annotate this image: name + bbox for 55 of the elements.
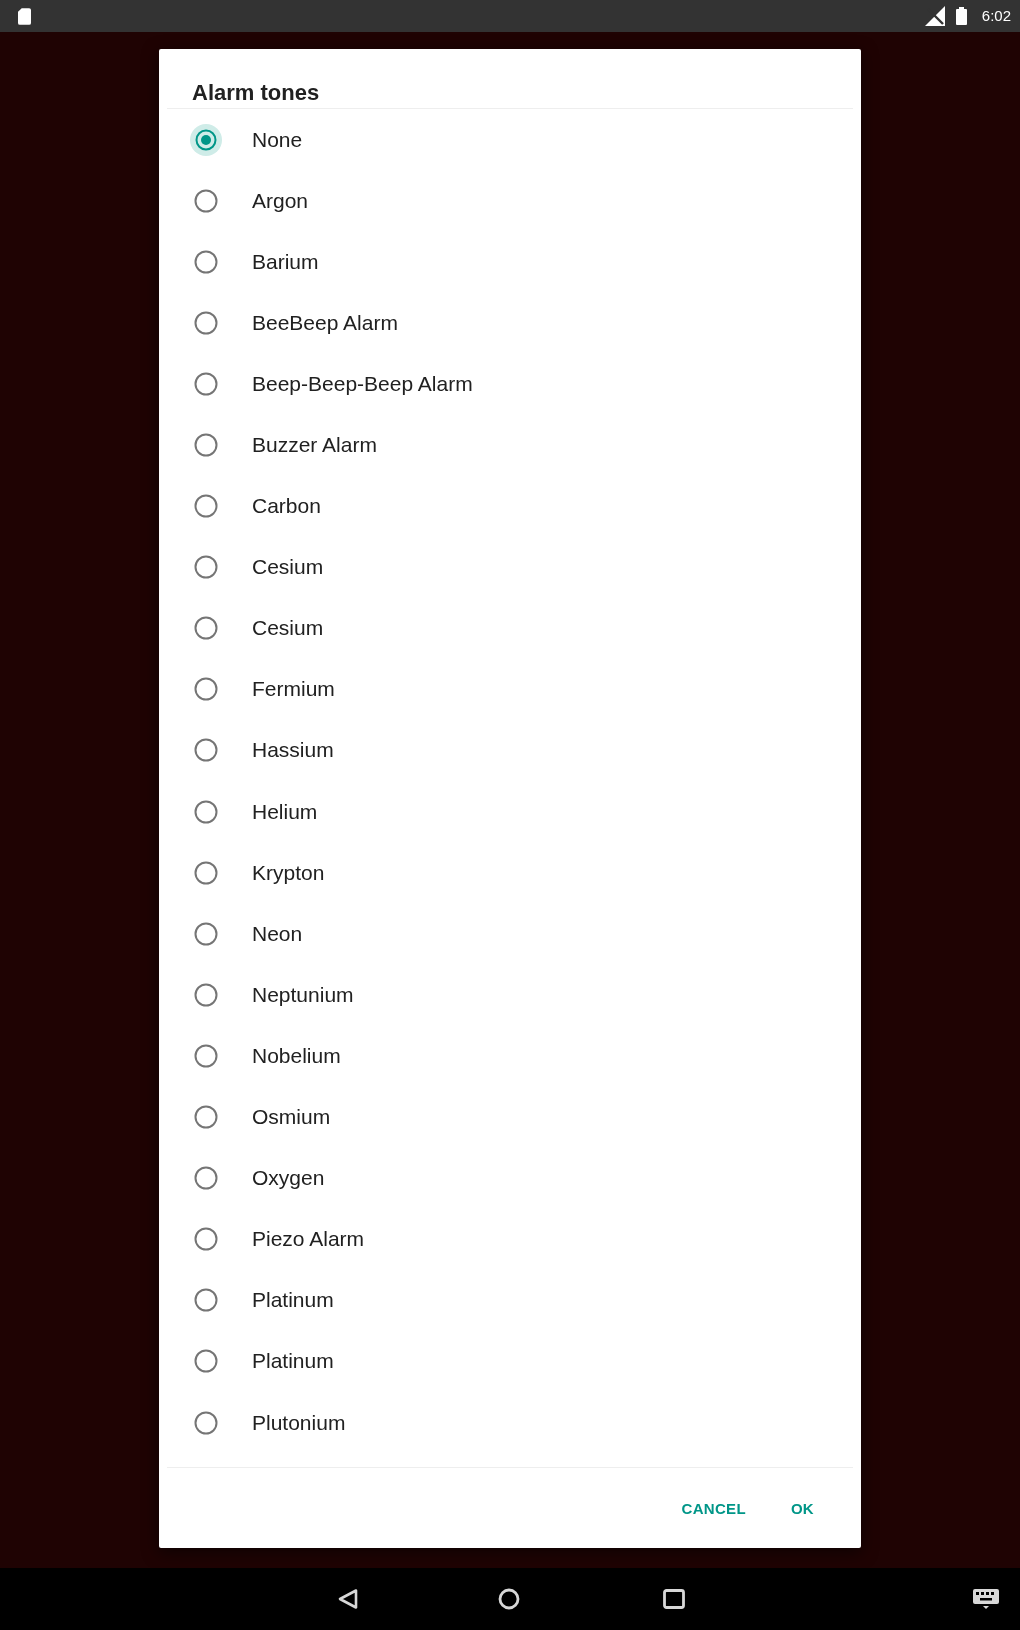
radio-button[interactable] bbox=[194, 1410, 218, 1435]
sd-card-icon bbox=[18, 7, 31, 25]
option-label[interactable]: Plutonium bbox=[252, 1410, 346, 1435]
radio-button[interactable] bbox=[194, 1227, 218, 1252]
radio-button[interactable] bbox=[194, 1288, 218, 1313]
radio-button[interactable] bbox=[194, 921, 218, 946]
option-label[interactable]: Krypton bbox=[252, 860, 325, 885]
option-label[interactable]: Barium bbox=[252, 249, 319, 274]
option-label[interactable]: None bbox=[252, 127, 303, 152]
radio-button[interactable] bbox=[194, 310, 218, 335]
no-signal-icon bbox=[924, 6, 945, 26]
radio-button[interactable] bbox=[194, 982, 218, 1007]
radio-button[interactable] bbox=[194, 677, 218, 702]
dialog-button[interactable]: OK bbox=[778, 1489, 826, 1527]
dialog-title: Alarm tones bbox=[192, 81, 320, 105]
radio-button[interactable] bbox=[194, 433, 218, 457]
option-label[interactable]: Osmium bbox=[252, 1105, 331, 1130]
recent-apps-icon[interactable] bbox=[663, 1589, 685, 1609]
option-label[interactable]: BeeBeep Alarm bbox=[252, 310, 398, 335]
dialog-button[interactable]: CANCEL bbox=[669, 1489, 758, 1527]
radio-button[interactable] bbox=[194, 1105, 218, 1130]
option-label[interactable]: Carbon bbox=[252, 494, 321, 519]
radio-button[interactable] bbox=[194, 1349, 218, 1374]
radio-button[interactable] bbox=[194, 555, 218, 580]
radio-button[interactable] bbox=[194, 494, 218, 519]
option-label[interactable]: Platinum bbox=[252, 1349, 334, 1374]
radio-button[interactable] bbox=[194, 1166, 218, 1191]
radio-button[interactable] bbox=[194, 799, 218, 824]
option-label[interactable]: Fermium bbox=[252, 677, 335, 702]
option-label[interactable]: Neptunium bbox=[252, 982, 354, 1007]
radio-button[interactable] bbox=[194, 1043, 218, 1068]
option-label[interactable]: Oxygen bbox=[252, 1166, 325, 1191]
radio-button[interactable] bbox=[194, 616, 218, 641]
option-label[interactable]: Platinum bbox=[252, 1288, 334, 1313]
radio-button[interactable] bbox=[194, 188, 218, 213]
battery-icon bbox=[955, 7, 967, 25]
radio-button[interactable] bbox=[194, 738, 218, 763]
radio-button[interactable] bbox=[194, 860, 218, 885]
back-icon[interactable] bbox=[337, 1588, 359, 1610]
keyboard-icon[interactable] bbox=[973, 1589, 999, 1609]
option-label[interactable]: Beep-Beep-Beep Alarm bbox=[252, 371, 473, 396]
option-label[interactable]: Cesium bbox=[252, 616, 324, 641]
option-label[interactable]: Hassium bbox=[252, 738, 334, 763]
status-time: 6:02 bbox=[981, 7, 1011, 25]
option-label[interactable]: Buzzer Alarm bbox=[252, 433, 377, 457]
option-label[interactable]: Cesium bbox=[252, 555, 324, 580]
option-label[interactable]: Neon bbox=[252, 921, 303, 946]
radio-button[interactable] bbox=[194, 371, 218, 396]
option-label[interactable]: Argon bbox=[252, 188, 309, 213]
option-label[interactable]: Helium bbox=[252, 799, 318, 824]
radio-button[interactable] bbox=[194, 249, 218, 274]
option-label[interactable]: Piezo Alarm bbox=[252, 1227, 365, 1252]
option-label[interactable]: Nobelium bbox=[252, 1043, 341, 1068]
radio-button[interactable] bbox=[190, 123, 222, 156]
home-icon[interactable] bbox=[498, 1588, 520, 1610]
